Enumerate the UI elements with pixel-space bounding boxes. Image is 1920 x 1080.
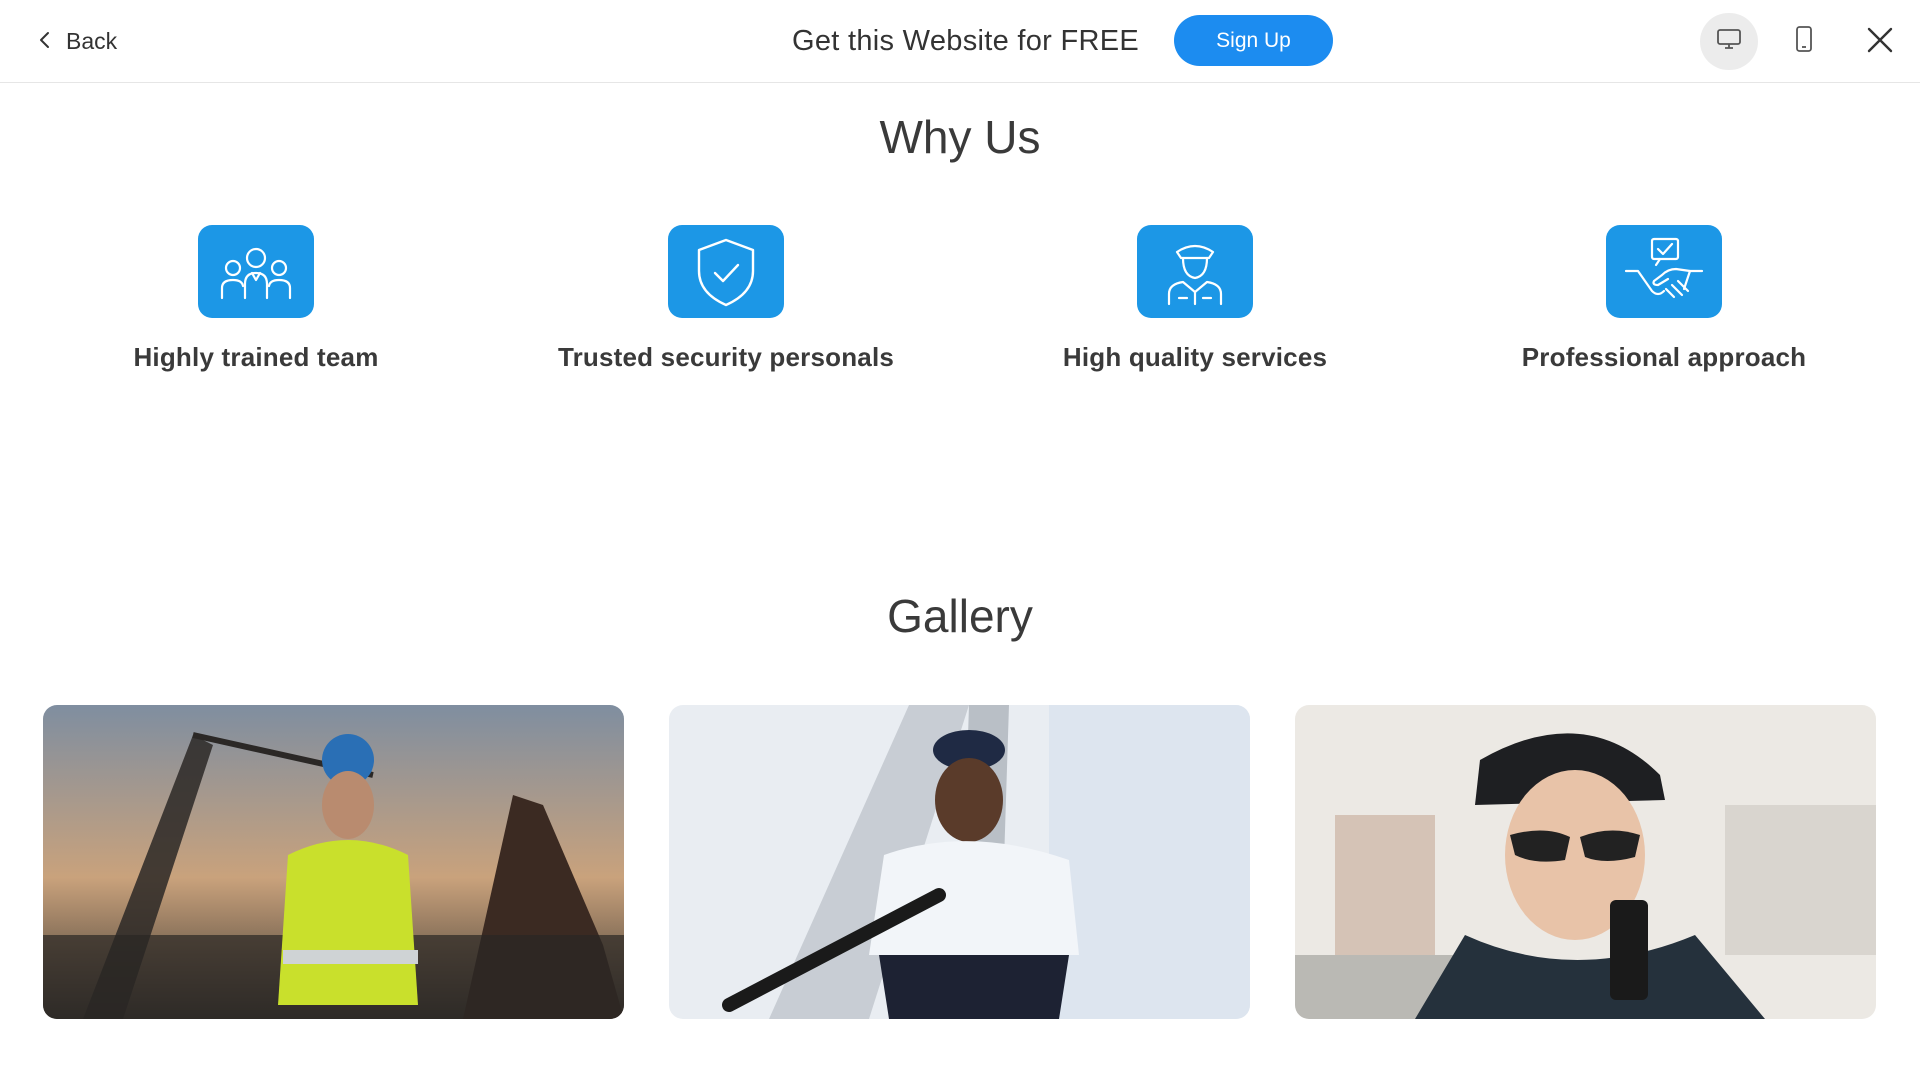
mobile-icon — [1794, 25, 1814, 58]
desktop-view-button[interactable] — [1700, 13, 1758, 70]
gallery-image-construction-guard[interactable] — [43, 705, 624, 1019]
gallery-image-security-cap[interactable] — [1295, 705, 1876, 1019]
feature-professional-approach: Professional approach — [1429, 225, 1899, 373]
desktop-icon — [1716, 27, 1742, 56]
gallery-image-guard-with-radio[interactable] — [669, 705, 1250, 1019]
why-us-title: Why Us — [879, 111, 1041, 163]
feature-high-quality: High quality services — [960, 225, 1430, 373]
feature-label: Highly trained team — [133, 342, 379, 372]
feature-highly-trained-team: Highly trained team — [21, 225, 491, 373]
back-label: Back — [66, 27, 118, 54]
gallery-title: Gallery — [887, 590, 1033, 642]
close-button[interactable] — [1860, 22, 1900, 62]
mobile-view-button[interactable] — [1775, 13, 1833, 70]
feature-trusted-security: Trusted security personals — [491, 225, 961, 373]
officer-icon — [1137, 225, 1253, 318]
chevron-left-icon — [36, 28, 54, 55]
feature-label: Trusted security personals — [557, 342, 895, 372]
top-bar: Back Get this Website for FREE Sign Up — [0, 0, 1920, 83]
shield-check-icon — [668, 225, 784, 318]
promo-text: Get this Website for FREE — [792, 24, 1140, 57]
close-icon — [1865, 25, 1895, 60]
sign-up-button[interactable]: Sign Up — [1174, 15, 1333, 66]
handshake-icon — [1606, 225, 1722, 318]
back-button[interactable]: Back — [36, 24, 117, 58]
team-icon — [198, 225, 314, 318]
feature-label: High quality services — [1062, 342, 1328, 372]
feature-label: Professional approach — [1521, 342, 1807, 372]
